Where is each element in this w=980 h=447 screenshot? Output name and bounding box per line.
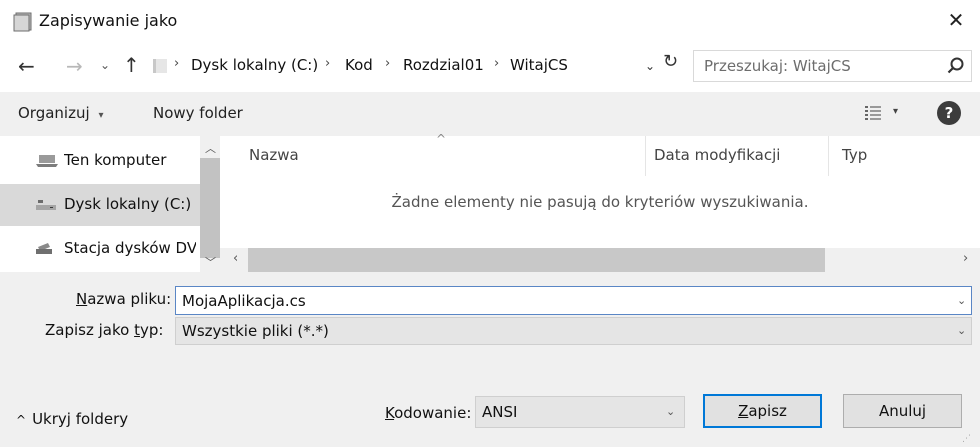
breadcrumb-separator: › <box>174 56 180 71</box>
breadcrumb-rozdzial01[interactable]: Rozdzial01 <box>403 56 484 74</box>
empty-results-message: Żadne elementy nie pasują do kryteriów w… <box>391 193 809 211</box>
new-folder-button[interactable]: Nowy folder <box>153 104 243 122</box>
filename-value[interactable]: MojaAplikacja.cs <box>182 292 306 310</box>
title-bar: Zapisywanie jako ✕ <box>0 0 980 42</box>
breadcrumb-separator: › <box>385 56 391 71</box>
encoding-label: Kodowanie: <box>385 404 472 422</box>
search-box[interactable] <box>693 50 972 82</box>
hide-folders-button[interactable]: ^ Ukryj foldery <box>16 410 128 428</box>
help-button[interactable]: ? <box>937 101 961 125</box>
help-icon: ? <box>944 104 954 122</box>
cancel-button[interactable]: Anuluj <box>843 394 962 428</box>
resize-grip-icon[interactable]: ⋰ <box>962 434 971 444</box>
encoding-select[interactable]: ANSI ⌄ <box>475 396 685 428</box>
hide-folders-label: Ukryj foldery <box>32 410 129 428</box>
drive-icon <box>36 200 56 210</box>
save-dialog-icon <box>13 12 32 32</box>
filename-field[interactable]: MojaAplikacja.cs ⌄ <box>175 286 972 315</box>
sidebar-item-this-pc[interactable]: Ten komputer <box>0 140 200 182</box>
chevron-down-icon: ▾ <box>98 110 104 121</box>
sidebar-item-label: Dysk lokalny (C:) <box>64 195 192 213</box>
address-dropdown-button[interactable]: ⌄ <box>645 59 655 73</box>
back-button[interactable]: ← <box>18 54 35 78</box>
organize-label: Organizuj <box>18 104 90 122</box>
column-divider[interactable] <box>828 136 829 176</box>
sort-ascending-icon: ^ <box>436 132 447 146</box>
file-list: Nazwa ^ Data modyfikacji Typ Żadne eleme… <box>220 132 980 272</box>
close-button[interactable]: ✕ <box>944 9 968 33</box>
filename-label: Nazwa pliku: <box>76 290 172 308</box>
search-icon[interactable] <box>946 56 966 76</box>
folder-icon <box>153 59 167 73</box>
save-button[interactable]: Zapisz <box>703 394 822 428</box>
breadcrumb-kod[interactable]: Kod <box>345 56 373 74</box>
sidebar-item-local-disk[interactable]: Dysk lokalny (C:) <box>0 184 200 226</box>
chevron-down-icon[interactable]: ⌄ <box>957 294 966 307</box>
scroll-up-icon[interactable]: ︿ <box>205 140 216 156</box>
horizontal-scrollbar[interactable]: ‹ › <box>220 248 980 272</box>
encoding-value: ANSI <box>482 403 518 421</box>
view-options-dropdown[interactable]: ▾ <box>893 106 898 117</box>
sidebar-item-label: Stacja dysków DVD <box>64 239 196 257</box>
chevron-up-icon: ^ <box>16 413 27 427</box>
command-toolbar: Organizuj ▾ Nowy folder ▾ ? <box>0 92 980 136</box>
forward-button[interactable]: → <box>66 54 83 78</box>
sidebar-item-label: Ten komputer <box>64 151 167 169</box>
up-folder-button[interactable]: ↑ <box>123 53 140 77</box>
search-input[interactable] <box>704 57 934 75</box>
computer-icon <box>36 155 58 167</box>
breadcrumb-witajcs[interactable]: WitajCS <box>510 56 568 74</box>
column-header-type[interactable]: Typ <box>842 146 867 164</box>
sidebar-scrollbar-thumb[interactable] <box>200 158 220 258</box>
window-title: Zapisywanie jako <box>39 11 178 30</box>
refresh-button[interactable]: ↻ <box>663 51 678 72</box>
horizontal-scrollbar-thumb[interactable] <box>248 248 825 272</box>
chevron-down-icon[interactable]: ⌄ <box>666 405 675 418</box>
address-bar[interactable]: › Dysk lokalny (C:) › Kod › Rozdzial01 ›… <box>147 50 684 82</box>
close-icon: ✕ <box>947 8 965 32</box>
navigation-bar: ← → ⌄ ↑ › Dysk lokalny (C:) › Kod › Rozd… <box>0 42 980 92</box>
breadcrumb-separator: › <box>494 56 500 71</box>
filetype-value: Wszystkie pliki (*.*) <box>182 322 329 340</box>
recent-locations-button[interactable]: ⌄ <box>100 58 110 72</box>
save-form: Nazwa pliku: MojaAplikacja.cs ⌄ Zapisz j… <box>0 272 980 447</box>
chevron-down-icon[interactable]: ⌄ <box>957 324 966 337</box>
breadcrumb-separator: › <box>325 56 331 71</box>
scroll-down-icon[interactable]: ﹀ <box>205 254 216 270</box>
view-details-icon[interactable] <box>865 106 881 120</box>
scroll-left-icon[interactable]: ‹ <box>233 251 238 266</box>
filetype-select[interactable]: Wszystkie pliki (*.*) ⌄ <box>175 317 972 345</box>
sidebar-item-dvd[interactable]: Stacja dysków DVD <box>0 228 200 270</box>
organize-button[interactable]: Organizuj ▾ <box>18 104 103 122</box>
breadcrumb-dysk-lokalny[interactable]: Dysk lokalny (C:) <box>191 56 318 74</box>
column-divider[interactable] <box>645 136 646 176</box>
column-header-name[interactable]: Nazwa <box>249 146 299 164</box>
scroll-right-icon[interactable]: › <box>963 251 968 266</box>
navigation-pane: Ten komputer Dysk lokalny (C:) Stacja dy… <box>0 136 220 272</box>
filetype-label: Zapisz jako typ: <box>45 321 164 339</box>
dvd-drive-icon <box>36 243 52 254</box>
column-header-date-modified[interactable]: Data modyfikacji <box>654 146 780 164</box>
